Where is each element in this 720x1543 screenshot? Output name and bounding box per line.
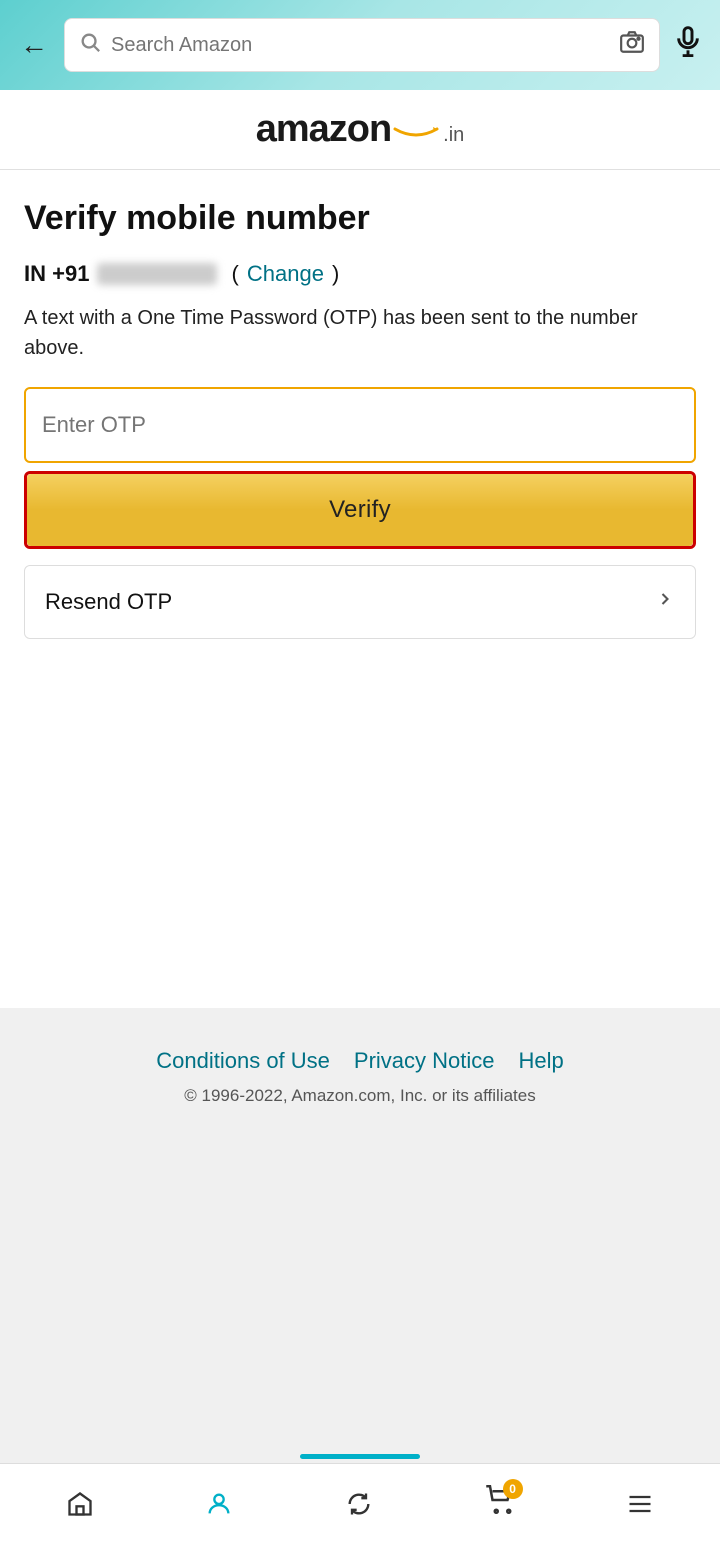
paren-close: ) — [332, 261, 339, 287]
paren-open: ( — [225, 261, 238, 287]
bottom-indicator — [0, 1448, 720, 1463]
search-icon — [79, 31, 101, 59]
phone-number-blurred — [97, 263, 217, 285]
home-icon — [66, 1490, 94, 1518]
search-input[interactable] — [111, 34, 609, 57]
help-link[interactable]: Help — [519, 1048, 564, 1074]
person-icon — [205, 1490, 233, 1518]
amazon-header: amazon .in — [0, 90, 720, 170]
nav-profile[interactable] — [189, 1482, 249, 1526]
footer-section: Conditions of Use Privacy Notice Help © … — [0, 1008, 720, 1126]
copyright-text: © 1996-2022, Amazon.com, Inc. or its aff… — [184, 1086, 535, 1106]
otp-input[interactable] — [26, 389, 694, 461]
indicator-bar — [300, 1454, 420, 1459]
browser-bar: ← — [0, 0, 720, 90]
nav-home[interactable] — [50, 1482, 110, 1526]
change-link[interactable]: Change — [247, 261, 324, 287]
page-title: Verify mobile number — [24, 198, 696, 239]
search-bar[interactable] — [64, 18, 660, 72]
main-content: Verify mobile number IN +91 ( Change ) A… — [0, 170, 720, 1008]
microphone-icon[interactable] — [672, 25, 704, 65]
privacy-notice-link[interactable]: Privacy Notice — [354, 1048, 495, 1074]
phone-info-line: IN +91 ( Change ) — [24, 261, 696, 287]
verify-button[interactable]: Verify — [27, 474, 693, 546]
nav-refresh[interactable] — [329, 1482, 389, 1526]
phone-prefix: IN +91 — [24, 261, 89, 287]
nav-cart[interactable]: 0 — [469, 1477, 531, 1530]
footer-links: Conditions of Use Privacy Notice Help — [156, 1048, 564, 1074]
menu-icon — [626, 1490, 654, 1518]
refresh-icon — [345, 1490, 373, 1518]
logo-text: amazon — [256, 108, 391, 151]
logo-tld: .in — [443, 124, 464, 147]
otp-input-wrapper[interactable] — [24, 387, 696, 463]
cart-icon-wrapper: 0 — [485, 1485, 515, 1522]
back-button[interactable]: ← — [16, 25, 52, 65]
resend-otp-wrapper[interactable]: Resend OTP — [24, 565, 696, 639]
amazon-logo: amazon .in — [256, 108, 465, 151]
page-spacer — [0, 1126, 720, 1448]
verify-button-wrapper[interactable]: Verify — [24, 471, 696, 549]
otp-description: A text with a One Time Password (OTP) ha… — [24, 303, 696, 363]
camera-icon[interactable] — [619, 29, 645, 61]
conditions-of-use-link[interactable]: Conditions of Use — [156, 1048, 330, 1074]
bottom-nav-bar: 0 — [0, 1463, 720, 1543]
chevron-right-icon — [655, 589, 675, 615]
cart-count-badge: 0 — [503, 1479, 523, 1499]
resend-otp-button[interactable]: Resend OTP — [25, 566, 695, 638]
resend-otp-label: Resend OTP — [45, 589, 172, 615]
nav-menu[interactable] — [610, 1482, 670, 1526]
